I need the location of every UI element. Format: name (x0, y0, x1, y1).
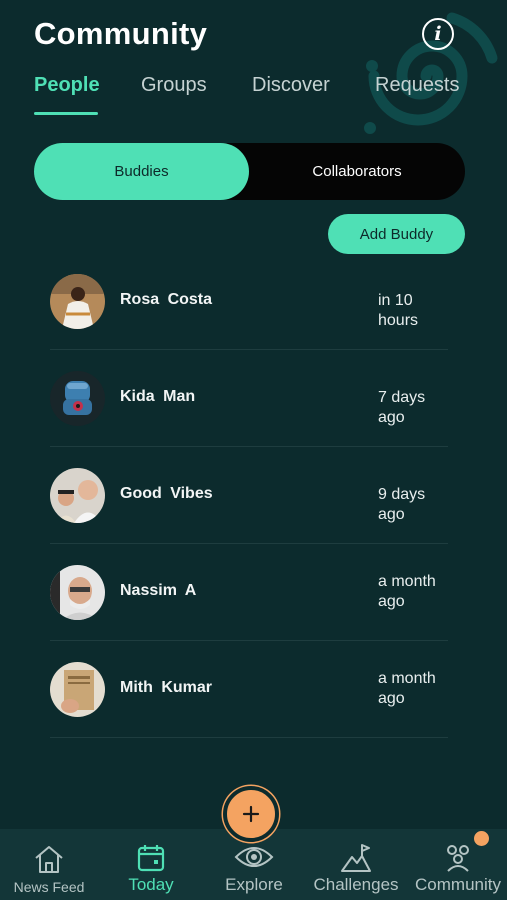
buddy-list: Rosa Costa in 10 hours Kida Man 7 days a… (50, 253, 448, 738)
buddy-name: Good Vibes (120, 485, 213, 502)
nav-news-feed[interactable]: News Feed (14, 829, 84, 900)
segment-collaborators[interactable]: Collaborators (249, 143, 465, 200)
list-item[interactable]: Mith Kumar a month ago (50, 641, 448, 738)
buddies-collaborators-toggle: Buddies Collaborators (34, 143, 465, 200)
eye-icon (234, 847, 274, 867)
list-item[interactable]: Good Vibes 9 days ago (50, 447, 448, 544)
avatar (50, 565, 105, 620)
buddy-time: a month ago (378, 573, 436, 610)
add-buddy-button[interactable]: Add Buddy (328, 214, 465, 254)
active-tab-indicator (34, 112, 98, 115)
nav-label: Challenges (313, 875, 399, 894)
list-item[interactable]: Kida Man 7 days ago (50, 350, 448, 447)
list-item[interactable]: Rosa Costa in 10 hours (50, 253, 448, 350)
nav-label: Today (128, 875, 174, 894)
calendar-icon (137, 845, 165, 872)
buddy-time: 9 days ago (378, 486, 426, 523)
buddy-name: Mith Kumar (120, 679, 212, 696)
buddy-time: in 10 hours (378, 292, 419, 329)
buddy-time: 7 days ago (378, 389, 426, 426)
buddy-name: Rosa Costa (120, 291, 213, 308)
tab-discover[interactable]: Discover (252, 74, 330, 97)
page-title: Community (34, 16, 208, 51)
people-icon (447, 845, 469, 872)
tab-requests[interactable]: Requests (375, 74, 460, 97)
tab-people[interactable]: People (34, 74, 100, 97)
nav-community[interactable]: Community (413, 829, 503, 900)
info-icon[interactable]: i (422, 18, 454, 50)
community-screen: Community i People Groups Discover Reque… (0, 0, 507, 900)
add-button[interactable] (223, 786, 279, 842)
buddy-time: a month ago (378, 670, 436, 707)
segment-buddies[interactable]: Buddies (34, 143, 249, 200)
avatar (50, 371, 105, 426)
list-item[interactable]: Nassim A a month ago (50, 544, 448, 641)
mountain-flag-icon (341, 844, 371, 872)
nav-challenges[interactable]: Challenges (312, 829, 400, 900)
nav-label: News Feed (13, 879, 85, 895)
home-icon (35, 846, 63, 873)
nav-today[interactable]: Today (126, 829, 176, 900)
nav-label: Explore (225, 875, 283, 894)
buddy-name: Nassim A (120, 582, 197, 599)
nav-label: Community (415, 875, 501, 894)
avatar (50, 662, 105, 717)
avatar (50, 274, 105, 329)
avatar (50, 468, 105, 523)
tab-groups[interactable]: Groups (141, 74, 207, 97)
buddy-name: Kida Man (120, 388, 196, 405)
notification-dot (474, 831, 489, 846)
plus-icon (242, 805, 260, 823)
